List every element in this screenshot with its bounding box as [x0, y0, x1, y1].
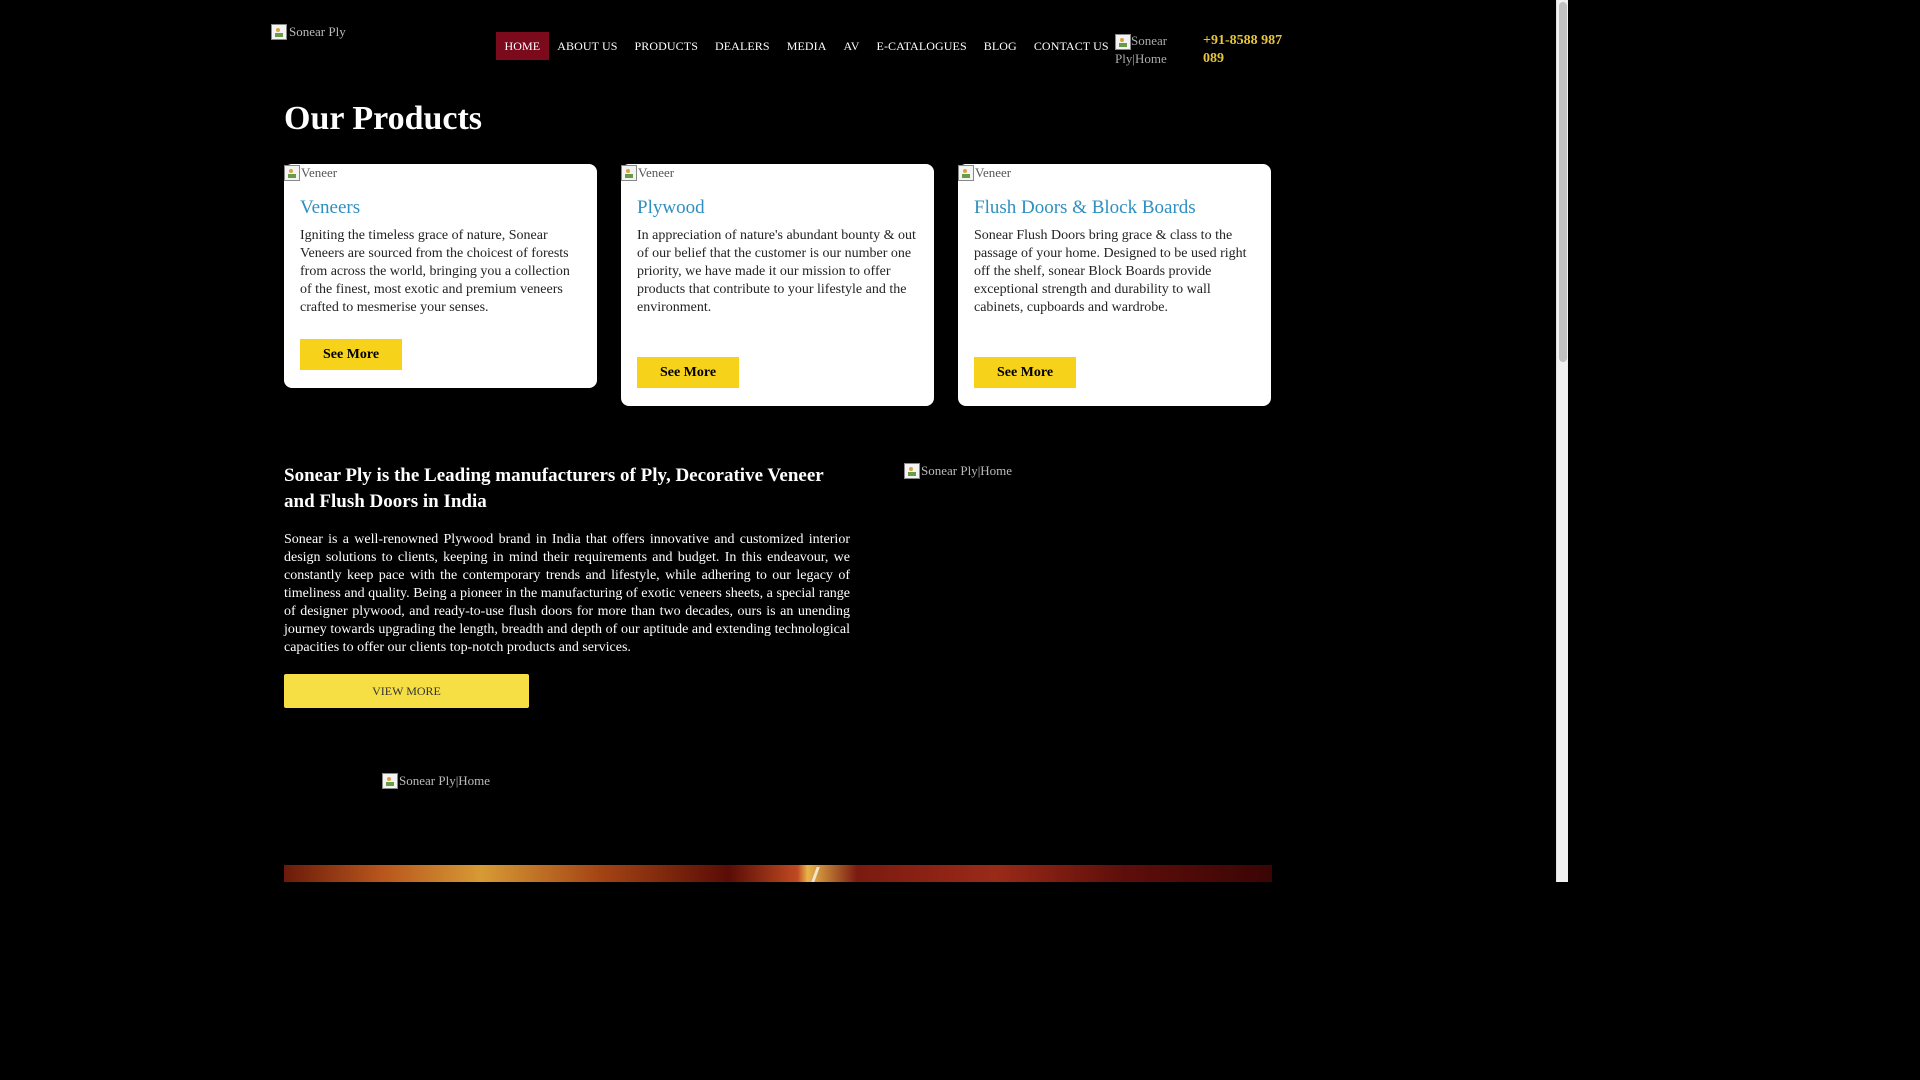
broken-image-icon [271, 24, 287, 40]
bottom-image: Sonear Ply|Home [382, 773, 490, 789]
card-image-alt: Veneer [301, 165, 338, 180]
nav-item-blog[interactable]: BLOG [975, 32, 1025, 60]
card-image: Veneer [621, 164, 934, 181]
see-more-button[interactable]: See More [974, 357, 1076, 388]
phone-number[interactable]: +91-8588 987 089 [1203, 32, 1295, 68]
about-title: Sonear Ply is the Leading manufacturers … [284, 465, 824, 512]
scrollbar-thumb[interactable] [1559, 2, 1567, 362]
product-card-plywood: Veneer Plywood In appreciation of nature… [621, 164, 934, 406]
about-image-alt: Sonear Ply|Home [921, 463, 1013, 478]
see-more-button[interactable]: See More [300, 339, 402, 370]
card-text: Sonear Flush Doors bring grace & class t… [974, 228, 1247, 315]
card-title: Flush Doors & Block Boards [974, 197, 1196, 218]
nav-item-products[interactable]: PRODUCTS [626, 32, 706, 60]
card-image-alt: Veneer [638, 165, 675, 180]
nav-item-contact-us[interactable]: CONTACT US [1025, 32, 1117, 60]
site-logo[interactable]: Sonear Ply [271, 24, 346, 40]
about-image: Sonear Ply|Home [904, 463, 1012, 479]
nav-item-about-us[interactable]: ABOUT US [549, 32, 626, 60]
broken-image-icon [904, 463, 920, 479]
card-text: Igniting the timeless grace of nature, S… [300, 228, 570, 315]
page-scrollbar[interactable] [1556, 0, 1568, 882]
broken-image-icon [382, 773, 398, 789]
card-image: Veneer [284, 164, 597, 181]
nav-item-home[interactable]: HOME [496, 32, 549, 60]
product-card-flush-doors: Veneer Flush Doors & Block Boards Sonear… [958, 164, 1271, 406]
main-nav: HOME ABOUT US PRODUCTS DEALERS MEDIA AV … [496, 32, 1117, 60]
product-card-veneers: Veneer Veneers Igniting the timeless gra… [284, 164, 597, 388]
bottom-image-alt: Sonear Ply|Home [399, 773, 491, 788]
nav-item-media[interactable]: MEDIA [778, 32, 835, 60]
card-text: In appreciation of nature's abundant bou… [637, 228, 916, 315]
broken-image-icon [958, 165, 974, 181]
card-image-alt: Veneer [975, 165, 1012, 180]
nav-item-e-catalogues[interactable]: E-CATALOGUES [868, 32, 975, 60]
nav-item-dealers[interactable]: DEALERS [706, 32, 778, 60]
view-more-button[interactable]: VIEW MORE [284, 674, 529, 708]
logo-alt-text: Sonear Ply [289, 24, 346, 39]
card-title: Plywood [637, 197, 705, 218]
products-title: Our Products [284, 100, 483, 137]
header-image: Sonear Ply|Home [1115, 32, 1195, 68]
broken-image-icon [621, 165, 637, 181]
about-text: Sonear is a well-renowned Plywood brand … [284, 532, 850, 655]
card-title: Veneers [300, 197, 361, 218]
card-image: Veneer [958, 164, 1271, 181]
see-more-button[interactable]: See More [637, 357, 739, 388]
nav-item-av[interactable]: AV [835, 32, 868, 60]
banner-image [284, 865, 1272, 882]
broken-image-icon [1115, 34, 1131, 51]
broken-image-icon [284, 165, 300, 181]
